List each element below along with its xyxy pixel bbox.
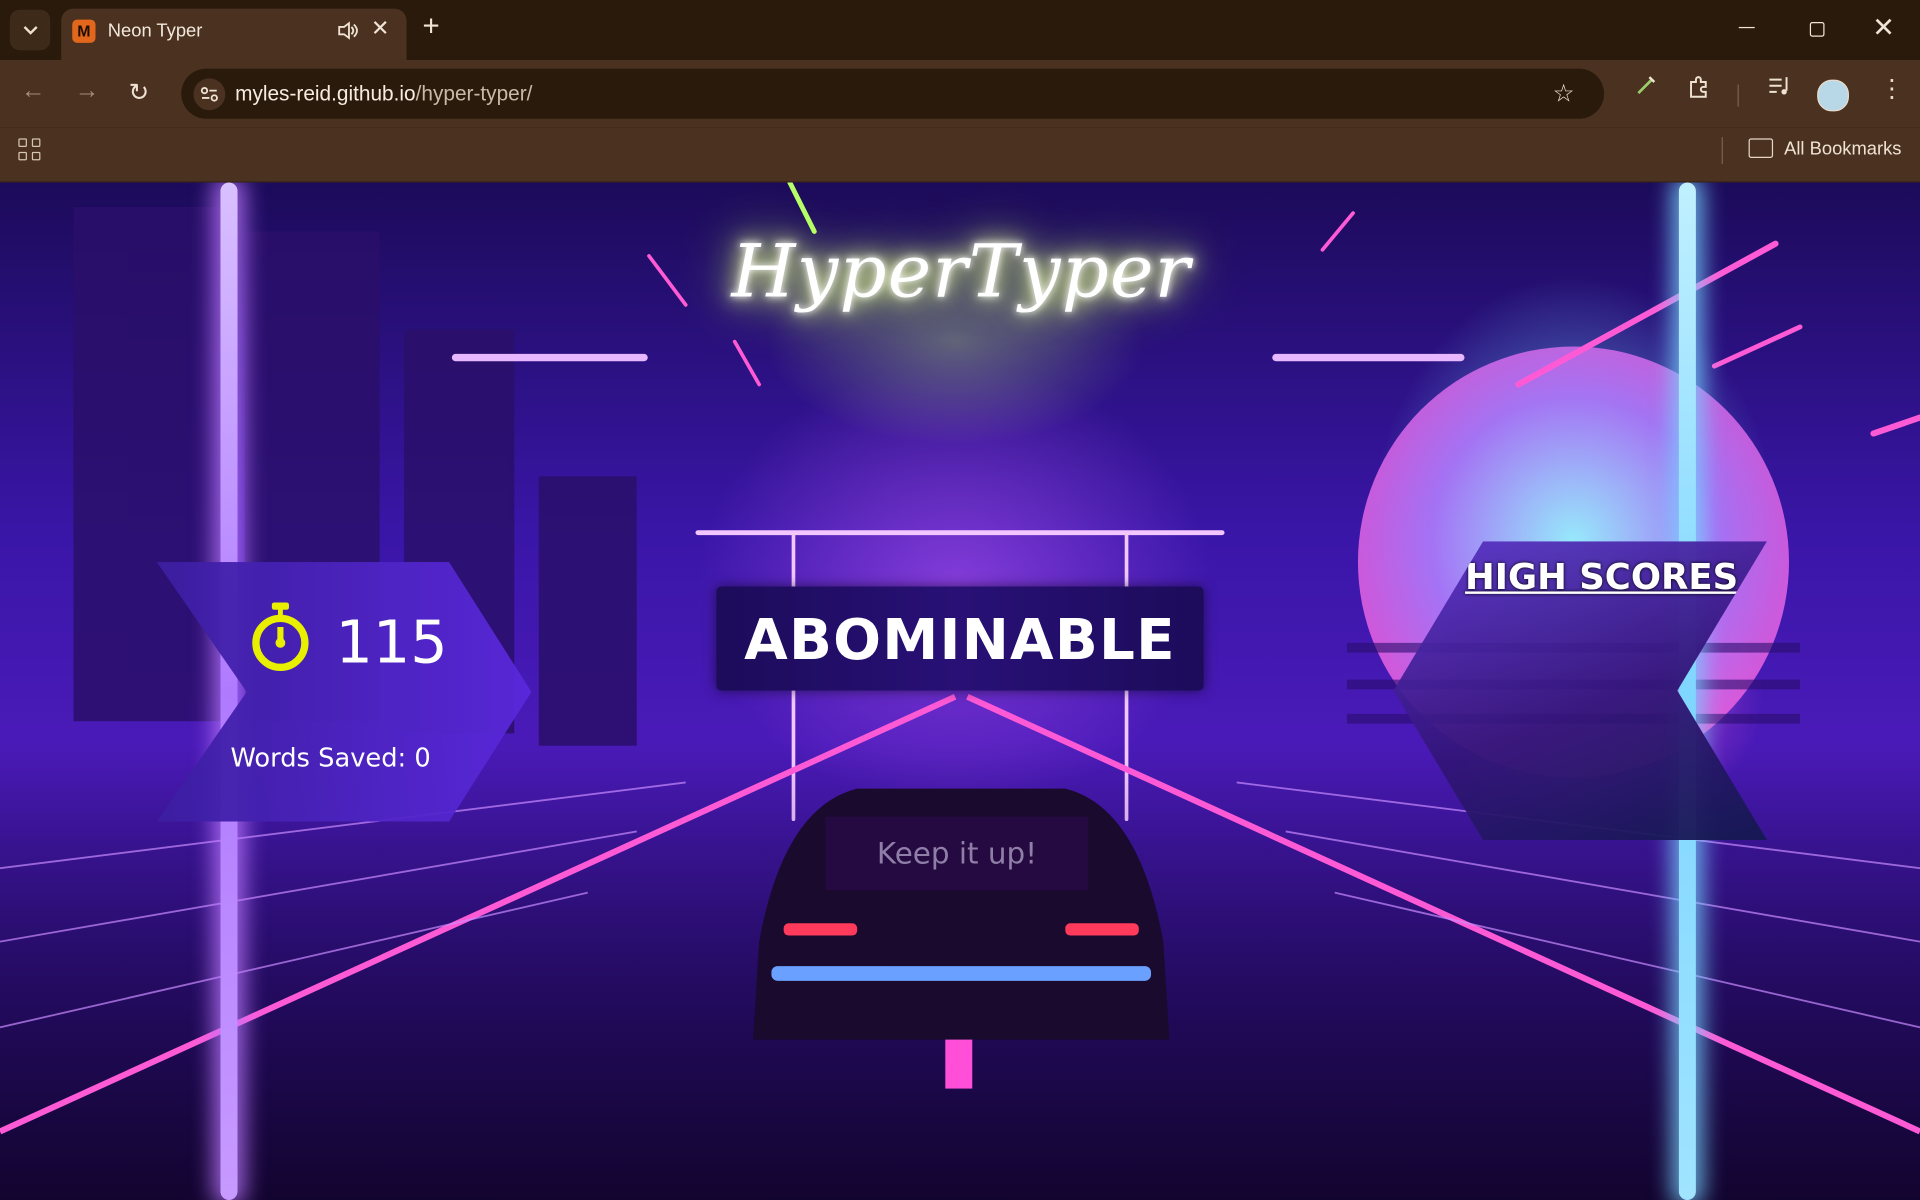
url-text: myles-reid.github.io/hyper-typer/ — [235, 82, 532, 106]
close-tab-icon[interactable]: ✕ — [371, 16, 389, 42]
favicon-icon: M — [72, 19, 96, 43]
close-window-button[interactable]: ✕ — [1872, 12, 1895, 44]
typing-input[interactable] — [825, 816, 1089, 891]
menu-icon[interactable]: ⋮ — [1880, 73, 1904, 104]
bookmarks-bar: All Bookmarks — [0, 127, 1920, 183]
tab-title: Neon Typer — [107, 20, 203, 42]
url-path: /hyper-typer/ — [415, 82, 533, 106]
tab-strip: M Neon Typer ✕ + ✕ — [0, 0, 1920, 61]
all-bookmarks-button[interactable]: All Bookmarks — [1784, 138, 1901, 159]
media-control-icon[interactable] — [1767, 75, 1791, 104]
words-saved-label: Words Saved: 0 — [230, 743, 431, 773]
tune-icon — [200, 87, 218, 102]
chevron-down-icon — [23, 25, 37, 35]
site-info-icon[interactable] — [193, 78, 226, 111]
stopwatch-icon — [252, 602, 309, 672]
apps-grid-icon[interactable] — [18, 138, 41, 161]
forward-button[interactable]: → — [75, 77, 99, 105]
neon-pillar-right — [1678, 182, 1696, 1200]
queue-music-icon — [1769, 77, 1788, 95]
address-bar[interactable]: myles-reid.github.io/hyper-typer/ ☆ — [181, 68, 1605, 119]
reload-button[interactable]: ↻ — [129, 77, 150, 108]
game-page: HyperTyper 115 Words Saved: 0 ABOMINABLE… — [0, 182, 1920, 1200]
profile-avatar[interactable] — [1817, 79, 1849, 112]
tab-neon-typer[interactable]: M Neon Typer ✕ — [61, 8, 407, 61]
bookmark-star-icon[interactable]: ☆ — [1553, 78, 1575, 109]
puzzle-icon — [1690, 76, 1707, 98]
eyedropper-extension-icon[interactable] — [1635, 75, 1657, 104]
current-word: ABOMINABLE — [716, 586, 1204, 691]
restore-button[interactable] — [1809, 22, 1825, 37]
browser-toolbar: ← → ↻ myles-reid.github.io/hyper-typer/ … — [0, 60, 1920, 128]
game-logo: HyperTyper — [731, 228, 1192, 315]
toolbar-divider — [1737, 84, 1739, 107]
speaker-icon[interactable] — [336, 18, 360, 42]
pen-icon — [1637, 76, 1656, 95]
tab-search-button[interactable] — [9, 9, 51, 51]
folder-icon — [1748, 138, 1774, 158]
back-button[interactable]: ← — [21, 77, 45, 105]
url-host: myles-reid.github.io — [235, 82, 416, 106]
neon-pillar-left — [220, 182, 238, 1200]
minimize-button[interactable] — [1738, 26, 1755, 29]
extensions-icon[interactable] — [1687, 75, 1711, 107]
new-tab-button[interactable]: + — [422, 12, 439, 41]
timer-value: 115 — [335, 608, 448, 678]
bookmarks-divider — [1721, 137, 1723, 165]
